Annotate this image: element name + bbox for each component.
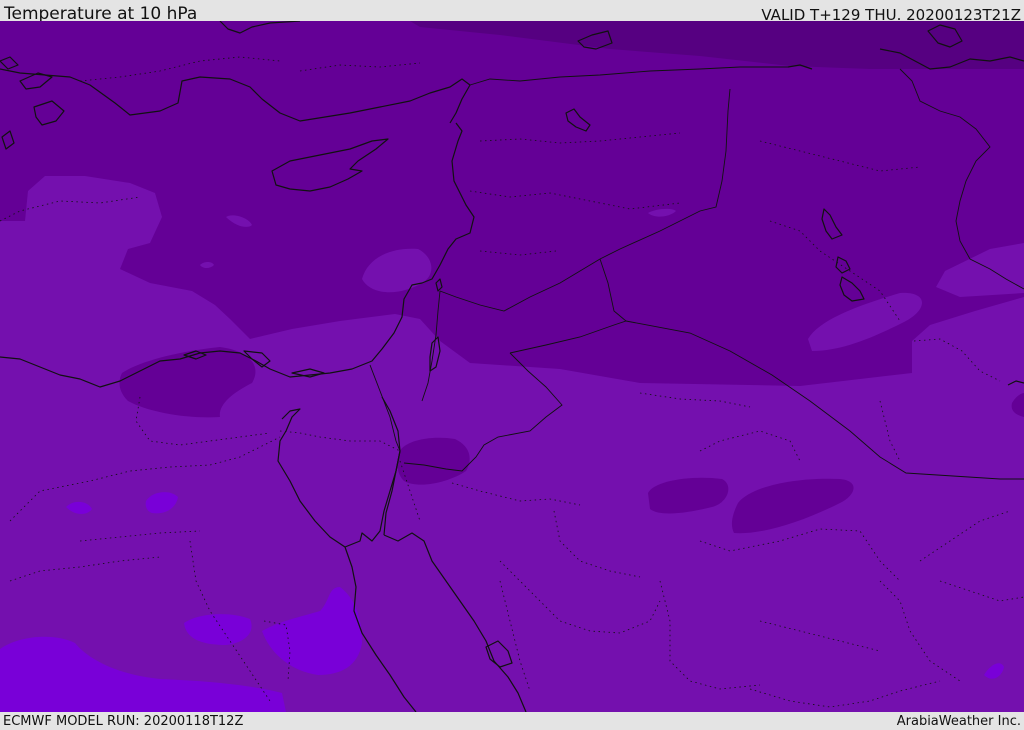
map-canvas <box>0 21 1024 712</box>
model-run-label: ECMWF MODEL RUN: 20200118T12Z <box>3 714 244 729</box>
header-bar: Temperature at 10 hPa VALID T+129 THU. 2… <box>0 0 1024 24</box>
footer-bar: ECMWF MODEL RUN: 20200118T12Z ArabiaWeat… <box>0 712 1024 729</box>
credit-label: ArabiaWeather Inc. <box>896 714 1021 729</box>
temperature-map[interactable] <box>0 21 1024 712</box>
